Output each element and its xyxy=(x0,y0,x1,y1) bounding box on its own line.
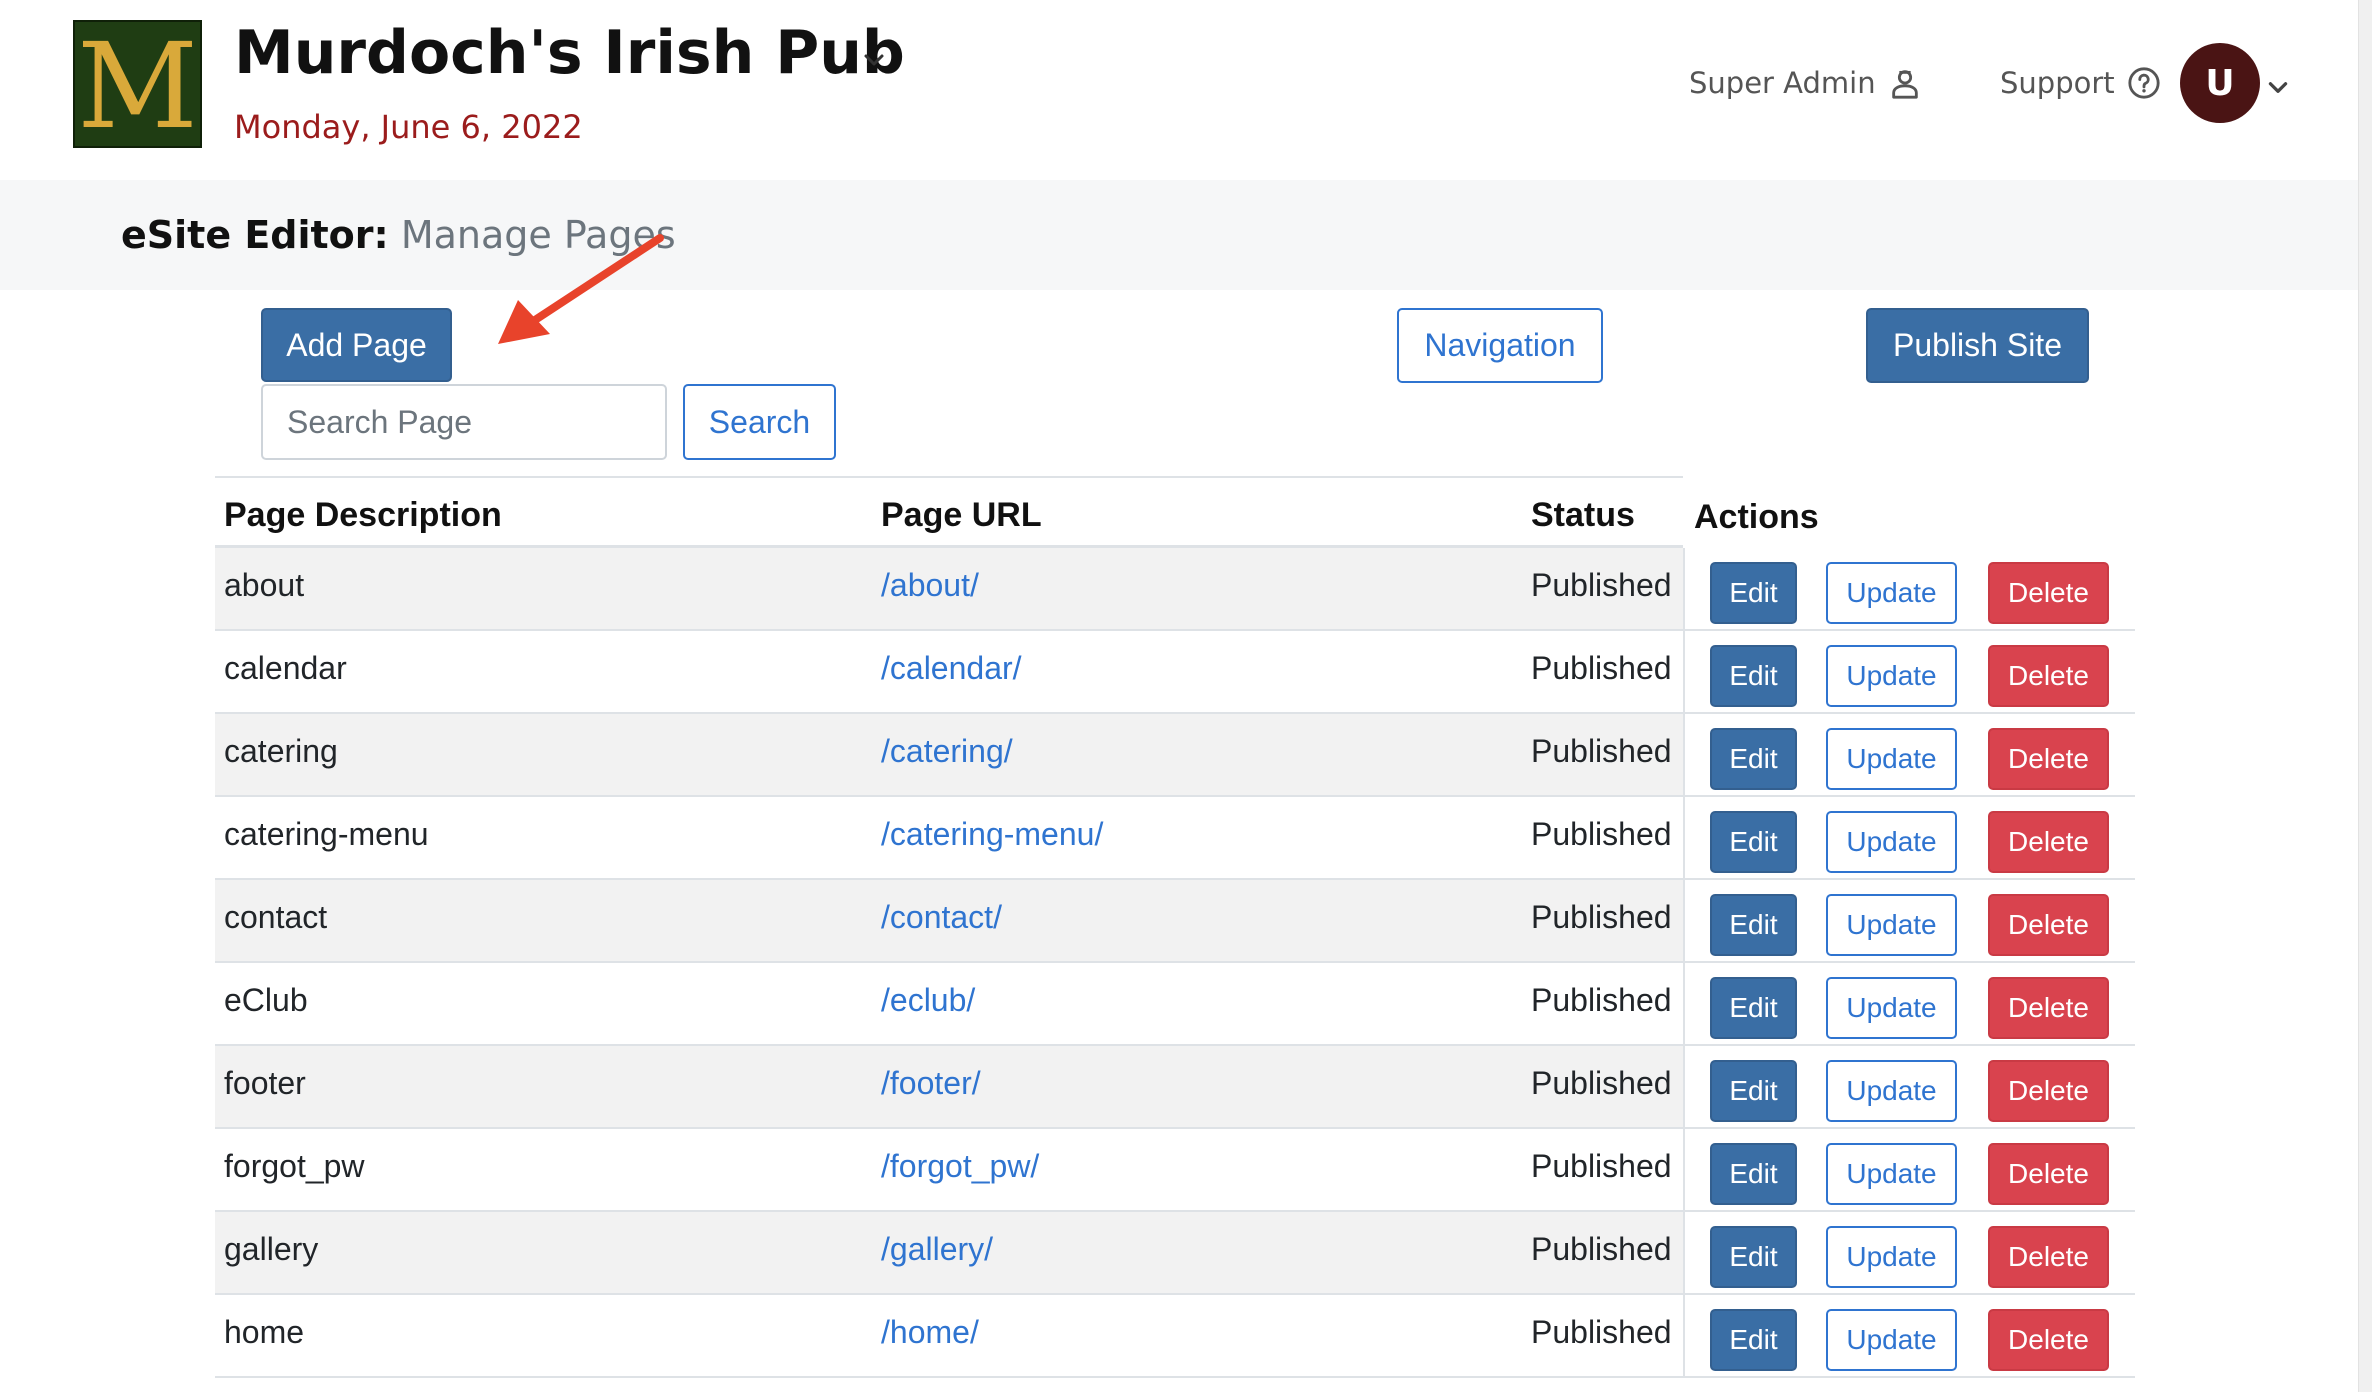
table-row: forgot_pw/forgot_pw/Published Edit Update D… xyxy=(215,1129,2135,1212)
page-status: Published xyxy=(1531,982,1672,1018)
page-status: Published xyxy=(1531,1065,1672,1101)
page-url-link[interactable]: /gallery/ xyxy=(881,1231,993,1268)
delete-button[interactable]: Delete xyxy=(1988,1143,2109,1205)
page-url-link[interactable]: /home/ xyxy=(881,1314,979,1351)
edit-button[interactable]: Edit xyxy=(1710,562,1797,624)
header-page-url: Page URL xyxy=(881,496,1042,534)
edit-button[interactable]: Edit xyxy=(1710,1226,1797,1288)
edit-button[interactable]: Edit xyxy=(1710,977,1797,1039)
page-url-link[interactable]: /catering-menu/ xyxy=(881,816,1103,853)
support-label: Support xyxy=(2000,66,2115,100)
page-title-lead: eSite Editor: xyxy=(121,213,389,257)
page-status: Published xyxy=(1531,567,1672,603)
update-button[interactable]: Update xyxy=(1826,977,1957,1039)
delete-button[interactable]: Delete xyxy=(1988,1226,2109,1288)
red-arrow-icon xyxy=(498,234,664,344)
user-avatar[interactable]: U xyxy=(2180,43,2260,123)
page-url-link[interactable]: /about/ xyxy=(881,567,979,604)
support-link[interactable]: Support xyxy=(2000,66,2161,100)
page-url-link[interactable]: /footer/ xyxy=(881,1065,981,1102)
super-admin-label: Super Admin xyxy=(1689,66,1876,100)
delete-button[interactable]: Delete xyxy=(1988,977,2109,1039)
edit-button[interactable]: Edit xyxy=(1710,1060,1797,1122)
update-button[interactable]: Update xyxy=(1826,1143,1957,1205)
delete-button[interactable]: Delete xyxy=(1988,1309,2109,1371)
update-button[interactable]: Update xyxy=(1826,1309,1957,1371)
page-description: footer xyxy=(224,1065,306,1101)
page-url-link[interactable]: /calendar/ xyxy=(881,650,1022,687)
user-shield-icon xyxy=(1891,70,1918,99)
update-button[interactable]: Update xyxy=(1826,811,1957,873)
page-url-link[interactable]: /catering/ xyxy=(881,733,1013,770)
table-row: about/about/Published Edit Update Delete xyxy=(215,548,2135,631)
add-page-button[interactable]: Add Page xyxy=(261,308,452,382)
page-url-link[interactable]: /eclub/ xyxy=(881,982,975,1019)
delete-button[interactable]: Delete xyxy=(1988,562,2109,624)
update-button[interactable]: Update xyxy=(1826,1060,1957,1122)
page-status: Published xyxy=(1531,1148,1672,1184)
publish-site-button[interactable]: Publish Site xyxy=(1866,308,2089,383)
page-description: home xyxy=(224,1314,305,1350)
table-row: gallery/gallery/Published Edit Update Delet… xyxy=(215,1212,2135,1295)
page-status: Published xyxy=(1531,1314,1672,1350)
delete-button[interactable]: Delete xyxy=(1988,1060,2109,1122)
delete-button[interactable]: Delete xyxy=(1988,728,2109,790)
table-row: catering/catering/Published Edit Update Del… xyxy=(215,714,2135,797)
update-button[interactable]: Update xyxy=(1826,728,1957,790)
table-row: eClub/eclub/Published Edit Update Delete xyxy=(215,963,2135,1046)
logo-letter: M xyxy=(77,17,198,155)
update-button[interactable]: Update xyxy=(1826,562,1957,624)
update-button[interactable]: Update xyxy=(1826,1226,1957,1288)
delete-button[interactable]: Delete xyxy=(1988,811,2109,873)
page-description: forgot_pw xyxy=(224,1148,365,1184)
edit-button[interactable]: Edit xyxy=(1710,728,1797,790)
page-status: Published xyxy=(1531,816,1672,852)
page-description: calendar xyxy=(224,650,347,686)
question-circle-icon xyxy=(2128,67,2160,99)
table-row: catering-menu/catering-menu/Published Edi… xyxy=(215,797,2135,880)
table-header: Page Description Page URL Status Actions xyxy=(215,476,2135,548)
page-url-link[interactable]: /contact/ xyxy=(881,899,1002,936)
page-description: gallery xyxy=(224,1231,319,1267)
page-status: Published xyxy=(1531,733,1672,769)
business-logo: M xyxy=(73,20,202,148)
edit-button[interactable]: Edit xyxy=(1710,645,1797,707)
header-actions: Actions xyxy=(1694,498,1819,536)
page-status: Published xyxy=(1531,650,1672,686)
edit-button[interactable]: Edit xyxy=(1710,811,1797,873)
update-button[interactable]: Update xyxy=(1826,645,1957,707)
scrollbar[interactable] xyxy=(2358,0,2372,1392)
table-row: contact/contact/Published Edit Update Delet… xyxy=(215,880,2135,963)
business-name[interactable]: Murdoch's Irish Pub xyxy=(234,18,905,88)
table-row: calendar/calendar/Published Edit Update Del… xyxy=(215,631,2135,714)
edit-button[interactable]: Edit xyxy=(1710,894,1797,956)
navigation-button[interactable]: Navigation xyxy=(1397,308,1603,383)
page-description: about xyxy=(224,567,305,603)
edit-button[interactable]: Edit xyxy=(1710,1143,1797,1205)
header-status: Status xyxy=(1531,496,1635,534)
delete-button[interactable]: Delete xyxy=(1988,894,2109,956)
super-admin-link[interactable]: Super Admin xyxy=(1689,66,1922,100)
search-button[interactable]: Search xyxy=(683,384,836,460)
delete-button[interactable]: Delete xyxy=(1988,645,2109,707)
page-status: Published xyxy=(1531,1231,1672,1267)
edit-button[interactable]: Edit xyxy=(1710,1309,1797,1371)
page-description: catering xyxy=(224,733,338,769)
page-url-link[interactable]: /forgot_pw/ xyxy=(881,1148,1039,1185)
header-page-description: Page Description xyxy=(224,496,502,534)
current-date: Monday, June 6, 2022 xyxy=(234,108,583,146)
page-description: eClub xyxy=(224,982,308,1018)
page-status: Published xyxy=(1531,899,1672,935)
chevron-down-icon[interactable] xyxy=(862,48,886,72)
update-button[interactable]: Update xyxy=(1826,894,1957,956)
table-row: footer/footer/Published Edit Update Delete xyxy=(215,1046,2135,1129)
page-description: catering-menu xyxy=(224,816,429,852)
page-description: contact xyxy=(224,899,328,935)
search-page-input[interactable] xyxy=(261,384,667,460)
table-row: home/home/Published Edit Update Delete xyxy=(215,1295,2135,1378)
chevron-down-icon[interactable] xyxy=(2265,74,2291,100)
